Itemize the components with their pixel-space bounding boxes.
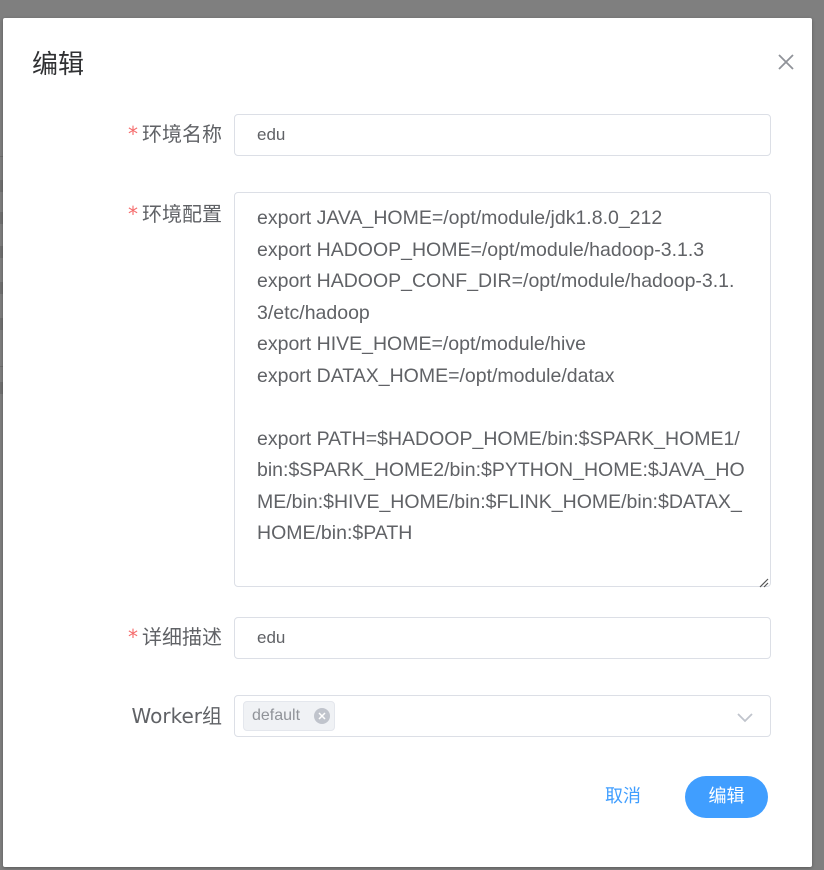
cancel-button[interactable]: 取消 [591, 776, 655, 818]
required-mark: * [128, 625, 138, 649]
chevron-down-icon[interactable] [736, 709, 754, 723]
description-input[interactable]: edu [234, 617, 771, 659]
required-mark: * [128, 122, 138, 146]
worker-group-tag: default [243, 701, 336, 731]
env-config-label-text: 环境配置 [142, 202, 222, 226]
edit-environment-dialog: 编辑 * 环境名称 edu * 环境配置 export JAVA_HOME=/opt… [3, 18, 812, 867]
required-mark: * [128, 202, 138, 226]
env-name-label-text: 环境名称 [142, 122, 222, 146]
description-label-text: 详细描述 [142, 625, 222, 649]
env-name-input[interactable]: edu [234, 114, 771, 156]
worker-group-select[interactable]: default [234, 695, 771, 737]
worker-group-tag-label: default [252, 707, 301, 724]
tag-close-icon[interactable] [314, 708, 331, 724]
close-icon[interactable] [776, 52, 796, 72]
worker-group-label: Worker组 [131, 704, 222, 728]
dialog-title: 编辑 [32, 50, 85, 80]
description-label: * 详细描述 [128, 617, 222, 657]
env-config-textarea[interactable]: export JAVA_HOME=/opt/module/jdk1.8.0_21… [234, 192, 771, 587]
submit-edit-button[interactable]: 编辑 [685, 776, 768, 818]
env-config-label: * 环境配置 [128, 194, 222, 234]
env-name-label: * 环境名称 [128, 114, 222, 154]
textarea-resize-handle[interactable] [757, 573, 769, 588]
